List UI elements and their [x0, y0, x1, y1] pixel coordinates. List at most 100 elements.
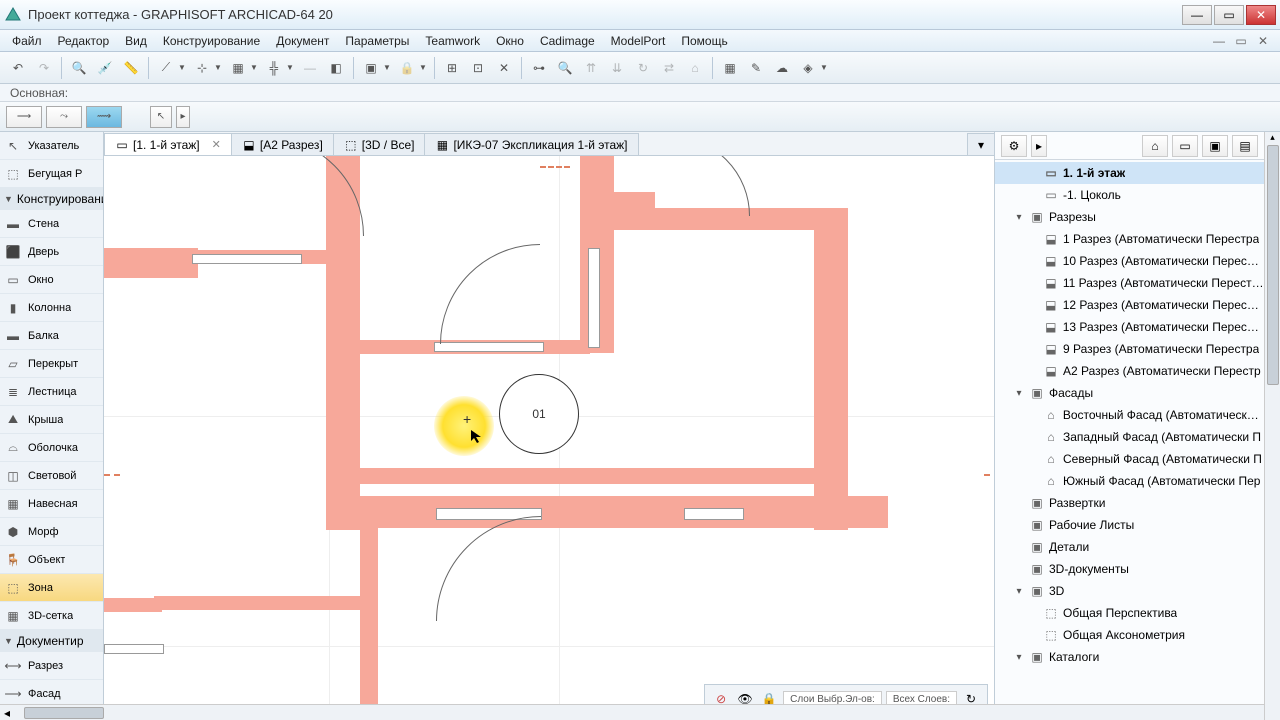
tree-item[interactable]: ▾▣Разрезы [995, 206, 1264, 228]
toolbox-curtain[interactable]: ▦Навесная [0, 490, 103, 518]
tree-item[interactable]: ⬓1 Разрез (Автоматически Перестра [995, 228, 1264, 250]
tree-item[interactable]: ⬓А2 Разрез (Автоматически Перестр [995, 360, 1264, 382]
toolbox-window[interactable]: ▭Окно [0, 266, 103, 294]
tree-item[interactable]: ▣Развертки [995, 492, 1264, 514]
menu-cadimage[interactable]: Cadimage [532, 31, 603, 51]
mode-button-1[interactable]: ⟶ [6, 106, 42, 128]
render2-button[interactable]: ✎ [744, 56, 768, 80]
nav-view-button[interactable]: ▭ [1172, 135, 1198, 157]
tree-item[interactable]: ⬓11 Разрез (Автоматически Перестра [995, 272, 1264, 294]
toolbox-wall[interactable]: ▬Стена [0, 210, 103, 238]
mode-button-3[interactable]: ⟿ [86, 106, 122, 128]
maximize-button[interactable]: ▭ [1214, 5, 1244, 25]
tree-item[interactable]: ▾▣Фасады [995, 382, 1264, 404]
tree-item[interactable]: ⌂Южный Фасад (Автоматически Пер [995, 470, 1264, 492]
magic-button[interactable]: 🔍 [553, 56, 577, 80]
tree-toggle-icon[interactable]: ▾ [1013, 652, 1025, 663]
tree-item[interactable]: ▭-1. Цоколь [995, 184, 1264, 206]
toolbox-object[interactable]: 🪑Объект [0, 546, 103, 574]
drawing-canvas[interactable]: + 01 ⊘ 👁 🔒 Слои Выбр.Эл-ов: Всех Слоев: … [104, 156, 994, 720]
guideline-button[interactable]: ⟋ [154, 56, 178, 80]
arrow-mode-button[interactable]: ↖ [150, 106, 172, 128]
tree-item[interactable]: ⬚Общая Аксонометрия [995, 624, 1264, 646]
toolbox-morph[interactable]: ⬢Морф [0, 518, 103, 546]
toolbox-group-document[interactable]: ▼Документир [0, 630, 103, 652]
align-button[interactable]: ⇈ [579, 56, 603, 80]
nav-scrollbar-h[interactable]: ◂ ▸ [0, 704, 1280, 720]
view-button[interactable]: ▦ [226, 56, 250, 80]
tab-3d[interactable]: ⬚ [3D / Все] [333, 133, 426, 155]
suspend-button[interactable]: ⊶ [527, 56, 551, 80]
menu-window[interactable]: Окно [488, 31, 532, 51]
tree-item[interactable]: ▾▣Каталоги [995, 646, 1264, 668]
edit3-button[interactable]: ✕ [492, 56, 516, 80]
tab-section[interactable]: ⬓ [А2 Разрез] [231, 133, 334, 155]
toolbox-column[interactable]: ▮Колонна [0, 294, 103, 322]
mode-button-2[interactable]: ⤳ [46, 106, 82, 128]
menu-teamwork[interactable]: Teamwork [417, 31, 488, 51]
redo-button[interactable]: ↷ [32, 56, 56, 80]
menu-help[interactable]: Помощь [673, 31, 735, 51]
toolbox-door[interactable]: ⬛Дверь [0, 238, 103, 266]
menu-editor[interactable]: Редактор [50, 31, 118, 51]
menu-modelport[interactable]: ModelPort [603, 31, 674, 51]
tree-item[interactable]: ⌂Западный Фасад (Автоматически П [995, 426, 1264, 448]
grid-button[interactable]: ╬ [262, 56, 286, 80]
3d-button[interactable]: ◈ [796, 56, 820, 80]
menu-document[interactable]: Документ [268, 31, 337, 51]
tree-toggle-icon[interactable]: ▾ [1013, 388, 1025, 399]
pick-button[interactable]: 🔍 [67, 56, 91, 80]
arrow-dd-button[interactable]: ▸ [176, 106, 190, 128]
toolbox-skylight[interactable]: ◫Световой [0, 462, 103, 490]
menu-view[interactable]: Вид [117, 31, 155, 51]
tab-overflow[interactable]: ▾ [967, 133, 995, 155]
zone-stamp[interactable]: 01 [499, 374, 579, 454]
menu-design[interactable]: Конструирование [155, 31, 268, 51]
mdi-minimize-button[interactable]: — [1210, 34, 1228, 48]
tree-toggle-icon[interactable]: ▾ [1013, 586, 1025, 597]
toolbox-shell[interactable]: ⌓Оболочка [0, 434, 103, 462]
nav-settings-button[interactable]: ⚙ [1001, 135, 1027, 157]
mirror-button[interactable]: ⇄ [657, 56, 681, 80]
toolbox-marquee[interactable]: ⬚ Бегущая Р [0, 160, 103, 188]
minimize-button[interactable]: — [1182, 5, 1212, 25]
render1-button[interactable]: ▦ [718, 56, 742, 80]
tree-toggle-icon[interactable]: ▾ [1013, 212, 1025, 223]
menu-file[interactable]: Файл [4, 31, 50, 51]
tree-item[interactable]: ▣Детали [995, 536, 1264, 558]
toolbox-pointer[interactable]: ↖ Указатель [0, 132, 103, 160]
measure-button[interactable]: 📏 [119, 56, 143, 80]
distribute-button[interactable]: ⇊ [605, 56, 629, 80]
tree-item[interactable]: ⌂Северный Фасад (Автоматически П [995, 448, 1264, 470]
tree-item[interactable]: ▾▣3D [995, 580, 1264, 602]
undo-button[interactable]: ↶ [6, 56, 30, 80]
snap-button[interactable]: ⊹ [190, 56, 214, 80]
toolbox-roof[interactable]: ⛰Крыша [0, 406, 103, 434]
inject-button[interactable]: 💉 [93, 56, 117, 80]
menu-options[interactable]: Параметры [337, 31, 417, 51]
tree-item[interactable]: ▣Рабочие Листы [995, 514, 1264, 536]
nav-more-button[interactable]: ▸ [1031, 135, 1047, 157]
toolbox-zone[interactable]: ⬚Зона [0, 574, 103, 602]
toolbox-group-construction[interactable]: ▼Конструирование [0, 188, 103, 210]
toolbox-beam[interactable]: ▬Балка [0, 322, 103, 350]
nav-project-button[interactable]: ⌂ [1142, 135, 1168, 157]
tree-item[interactable]: ⬓13 Разрез (Автоматически Перестра [995, 316, 1264, 338]
edit2-button[interactable]: ⊡ [466, 56, 490, 80]
tree-item[interactable]: ▭1. 1-й этаж [995, 162, 1264, 184]
mdi-close-button[interactable]: ✕ [1254, 34, 1272, 48]
tree-item[interactable]: ⬚Общая Перспектива [995, 602, 1264, 624]
tab-schedule[interactable]: ▦ [ИКЭ-07 Экспликация 1-й этаж] [424, 133, 638, 155]
render3-button[interactable]: ☁ [770, 56, 794, 80]
toolbox-mesh[interactable]: ▦3D-сетка [0, 602, 103, 630]
ruler-button[interactable]: — [298, 56, 322, 80]
layers-button[interactable]: ▣ [359, 56, 383, 80]
toolbox-section[interactable]: ⟷Разрез [0, 652, 103, 680]
tab-floor1[interactable]: ▭ [1. 1-й этаж] ✕ [104, 133, 232, 155]
close-button[interactable]: ✕ [1246, 5, 1276, 25]
nav-layout-button[interactable]: ▣ [1202, 135, 1228, 157]
tab-close-button[interactable]: ✕ [212, 138, 221, 151]
edit1-button[interactable]: ⊞ [440, 56, 464, 80]
nav-publisher-button[interactable]: ▤ [1232, 135, 1258, 157]
lock-button[interactable]: 🔒 [395, 56, 419, 80]
